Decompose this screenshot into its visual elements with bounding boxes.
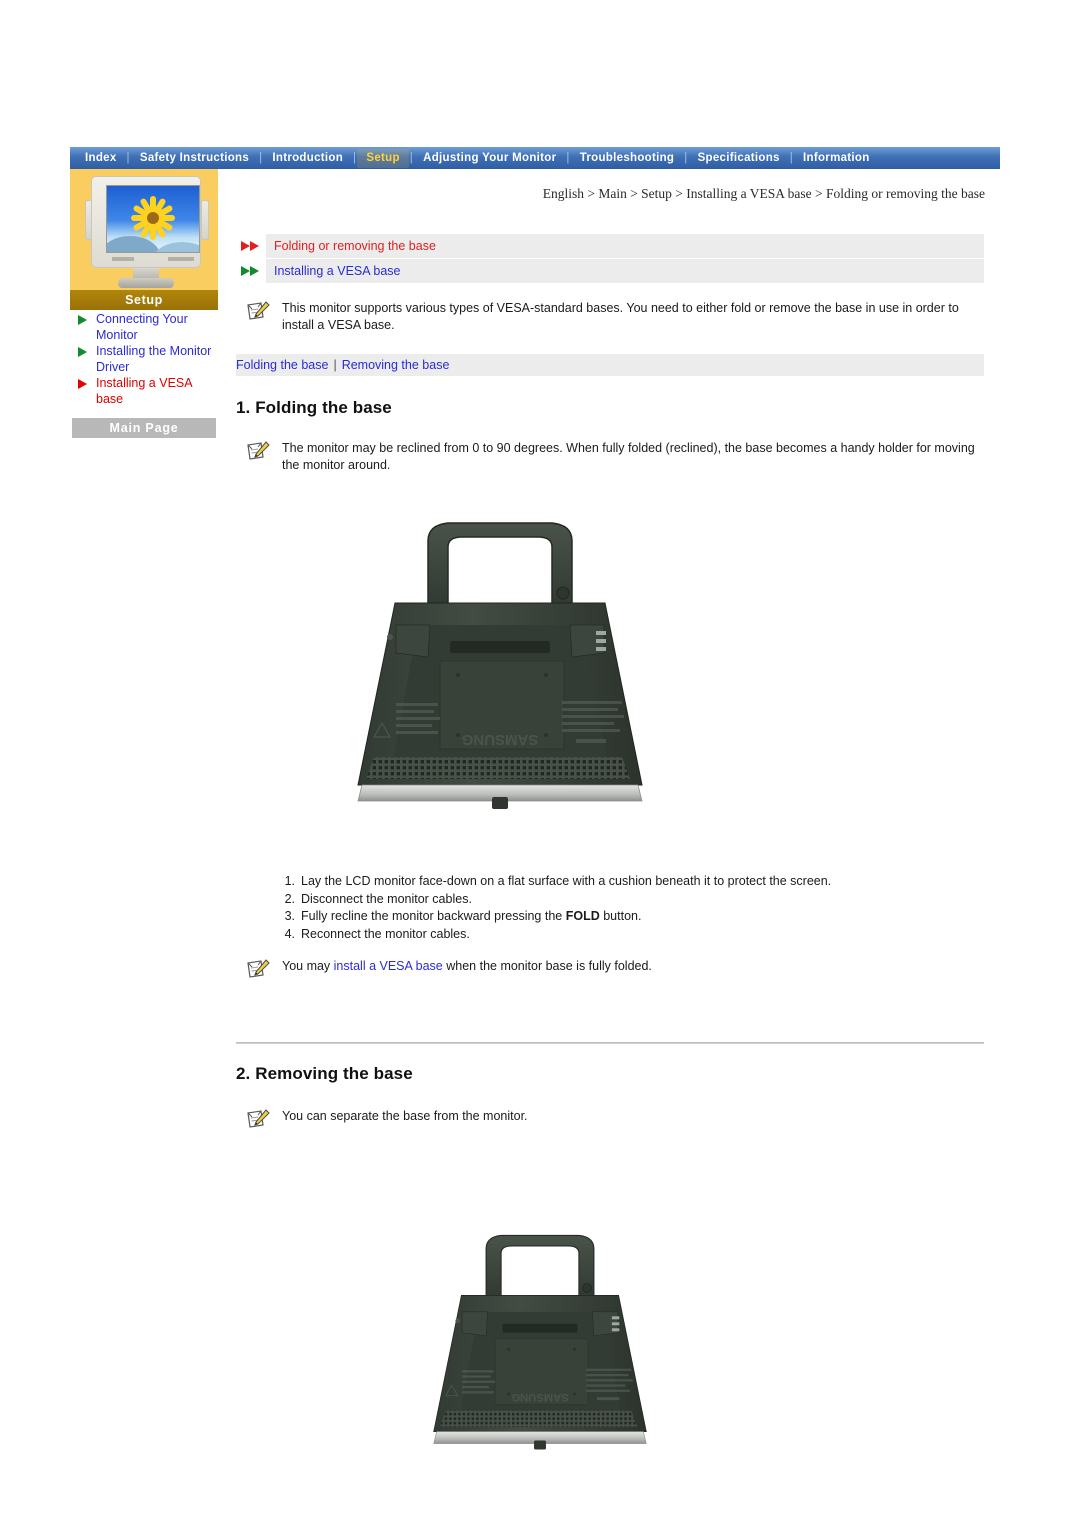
monitor-side-panel-right — [201, 200, 209, 240]
nav-item-index[interactable]: Index — [76, 149, 126, 168]
note-pencil-icon — [246, 1108, 270, 1137]
green-triangle-bullet-icon — [78, 347, 87, 357]
vesa-install-notice: You may install a VESA base when the mon… — [236, 958, 984, 978]
link-row-installing-a-vesa-base[interactable]: Installing a VESA base — [236, 259, 984, 283]
removing-notice: You can separate the base from the monit… — [236, 1108, 984, 1128]
notice-text-after: when the monitor base is fully folded. — [442, 959, 652, 973]
removing-notice-text: You can separate the base from the monit… — [282, 1109, 528, 1123]
step-text: Reconnect the monitor cables. — [301, 926, 470, 941]
notice-text-before: You may — [282, 959, 334, 973]
red-triangle-bullet-icon — [78, 379, 87, 389]
double-arrow-right-icon — [236, 259, 266, 283]
sidebar-item-label: Connecting Your Monitor — [96, 312, 188, 342]
screen-wallpaper-hill-right — [153, 242, 199, 252]
section-subnav: Folding the base | Removing the base — [236, 354, 984, 376]
monitor-bezel — [91, 176, 201, 268]
svg-text:SAMSUNG: SAMSUNG — [462, 731, 539, 748]
monitor-brand-label — [112, 257, 134, 261]
subnav-separator: | — [333, 358, 337, 372]
main-content: Folding or removing the base Installing … — [236, 234, 984, 474]
note-pencil-icon — [246, 440, 270, 469]
nav-item-specifications[interactable]: Specifications — [689, 149, 789, 168]
step-text-after: button. — [599, 909, 642, 923]
list-item: 2. Disconnect the monitor cables. — [277, 891, 985, 909]
note-pencil-icon — [246, 958, 270, 987]
sunflower-graphic — [129, 194, 177, 242]
step-text: Lay the LCD monitor face-down on a flat … — [301, 874, 832, 888]
monitor-screen — [106, 185, 200, 253]
svg-text:SAMSUNG: SAMSUNG — [511, 1391, 569, 1403]
folded-monitor-base-with-handle-photo: SAMSUNG — [300, 513, 700, 831]
sidebar-menu: Connecting Your Monitor Installing the M… — [72, 312, 222, 408]
nav-item-troubleshooting[interactable]: Troubleshooting — [571, 149, 684, 168]
link-row-label: Installing a VESA base — [274, 264, 401, 278]
subnav-link-removing-the-base[interactable]: Removing the base — [342, 358, 450, 372]
step-number: 3. — [284, 909, 295, 923]
folding-notice-text: The monitor may be reclined from 0 to 90… — [282, 441, 975, 472]
section-heading-removing-the-base: 2. Removing the base — [236, 1064, 413, 1083]
nav-item-setup[interactable]: Setup — [357, 148, 409, 168]
nav-item-introduction[interactable]: Introduction — [263, 149, 352, 168]
section-heading-folding-the-base: 1. Folding the base — [236, 398, 392, 417]
step-number: 2. — [284, 891, 295, 906]
double-arrow-right-icon — [236, 234, 266, 258]
nav-item-information[interactable]: Information — [794, 149, 879, 168]
section-divider — [236, 1042, 984, 1044]
subnav-link-folding-the-base[interactable]: Folding the base — [236, 358, 328, 372]
page-root: Index | Safety Instructions | Introducti… — [0, 0, 1080, 1527]
nav-item-safety-instructions[interactable]: Safety Instructions — [131, 149, 258, 168]
sidebar-item-installing-the-monitor-driver[interactable]: Installing the Monitor Driver — [72, 344, 222, 375]
monitor-stand-foot — [118, 278, 174, 288]
list-item: 1. Lay the LCD monitor face-down on a fl… — [277, 873, 985, 891]
folding-notice: The monitor may be reclined from 0 to 90… — [236, 440, 984, 474]
folding-steps-list: 1. Lay the LCD monitor face-down on a fl… — [255, 873, 985, 943]
step-text-bold: FOLD — [565, 909, 600, 923]
green-triangle-bullet-icon — [78, 315, 87, 325]
link-row-label: Folding or removing the base — [274, 239, 436, 253]
steps-ordered-list: 1. Lay the LCD monitor face-down on a fl… — [255, 873, 985, 943]
note-pencil-icon — [246, 300, 270, 329]
intro-notice-text: This monitor supports various types of V… — [282, 301, 959, 332]
main-page-button[interactable]: Main Page — [72, 418, 216, 438]
sunflower-center — [147, 212, 159, 225]
link-row-folding-or-removing-the-base[interactable]: Folding or removing the base — [236, 234, 984, 258]
separated-monitor-base-photo: SAMSUNG — [390, 1228, 690, 1466]
intro-notice: This monitor supports various types of V… — [236, 300, 984, 334]
sidebar-item-label: Installing a VESA base — [96, 376, 192, 406]
sidebar-item-installing-a-vesa-base[interactable]: Installing a VESA base — [72, 376, 222, 407]
install-vesa-base-link[interactable]: install a VESA base — [334, 959, 443, 973]
step-number: 4. — [284, 926, 295, 941]
sidebar-item-connecting-your-monitor[interactable]: Connecting Your Monitor — [72, 312, 222, 343]
breadcrumb: English > Main > Setup > Installing a VE… — [542, 186, 985, 201]
step-text: Disconnect the monitor cables. — [301, 891, 472, 906]
monitor-model-label — [168, 257, 194, 261]
nav-item-adjusting-your-monitor[interactable]: Adjusting Your Monitor — [414, 149, 565, 168]
step-number: 1. — [284, 874, 295, 888]
list-item: 3. Fully recline the monitor backward pr… — [277, 908, 985, 926]
sidebar-section-title: Setup — [70, 290, 218, 310]
sidebar-item-label: Installing the Monitor Driver — [96, 344, 212, 374]
step-text: Fully recline the monitor backward press… — [301, 909, 566, 923]
crt-monitor-sunflower-thumbnail — [85, 176, 209, 288]
list-item: 4. Reconnect the monitor cables. — [277, 926, 985, 944]
top-navigation-bar: Index | Safety Instructions | Introducti… — [70, 147, 1000, 169]
